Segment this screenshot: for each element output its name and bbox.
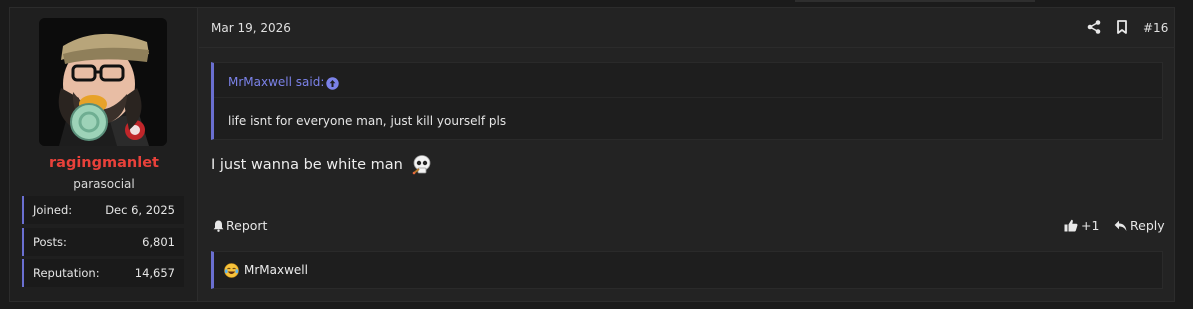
share-icon[interactable] <box>1087 19 1103 35</box>
avatar[interactable] <box>39 18 167 146</box>
arrow-up-circle-icon[interactable] <box>326 75 339 90</box>
like-button[interactable]: +1 <box>1064 218 1099 233</box>
stat-posts: Posts: 6,801 <box>22 228 184 256</box>
bell-icon <box>213 220 224 232</box>
quote-divider <box>214 97 1163 98</box>
quote-text: life isnt for everyone man, just kill yo… <box>228 114 507 128</box>
report-label: Report <box>226 218 268 233</box>
page: ragingmanlet parasocial Joined: Dec 6, 2… <box>0 0 1193 309</box>
report-button[interactable]: Report <box>213 218 267 233</box>
stat-label: Joined: <box>33 203 73 217</box>
thumbs-up-icon <box>1064 219 1078 232</box>
laughing-tears-emoji-icon <box>224 263 239 278</box>
stat-value: Dec 6, 2025 <box>105 203 175 217</box>
post-date[interactable]: Mar 19, 2026 <box>211 21 291 35</box>
reaction-user-link[interactable]: MrMaxwell <box>244 263 308 277</box>
username[interactable]: ragingmanlet <box>10 155 198 171</box>
stat-reputation: Reputation: 14,657 <box>22 259 184 287</box>
stat-label: Reputation: <box>33 266 100 280</box>
quote-block: MrMaxwell said: life isnt for everyone m… <box>211 62 1163 140</box>
top-divider <box>795 0 1035 2</box>
stat-joined: Joined: Dec 6, 2025 <box>22 196 184 224</box>
post-number-link[interactable]: #16 <box>1143 21 1168 35</box>
skull-emoji-icon <box>410 153 434 177</box>
bookmark-icon[interactable] <box>1116 19 1132 35</box>
header-divider <box>199 47 1175 48</box>
user-info-column: ragingmanlet parasocial Joined: Dec 6, 2… <box>10 8 198 301</box>
reply-icon <box>1114 220 1127 231</box>
reply-button[interactable]: Reply <box>1114 218 1165 233</box>
stat-value: 6,801 <box>142 235 175 249</box>
forum-post: ragingmanlet parasocial Joined: Dec 6, 2… <box>9 7 1175 302</box>
quote-author-link[interactable]: MrMaxwell said: <box>228 75 324 89</box>
like-count: +1 <box>1081 218 1100 233</box>
reactions-bar[interactable]: MrMaxwell <box>211 251 1163 289</box>
stat-value: 14,657 <box>134 266 175 280</box>
user-title: parasocial <box>73 177 135 191</box>
post-message: I just wanna be white man <box>211 153 434 177</box>
message-text: I just wanna be white man <box>211 157 403 173</box>
reply-label: Reply <box>1130 218 1165 233</box>
stat-label: Posts: <box>33 235 67 249</box>
